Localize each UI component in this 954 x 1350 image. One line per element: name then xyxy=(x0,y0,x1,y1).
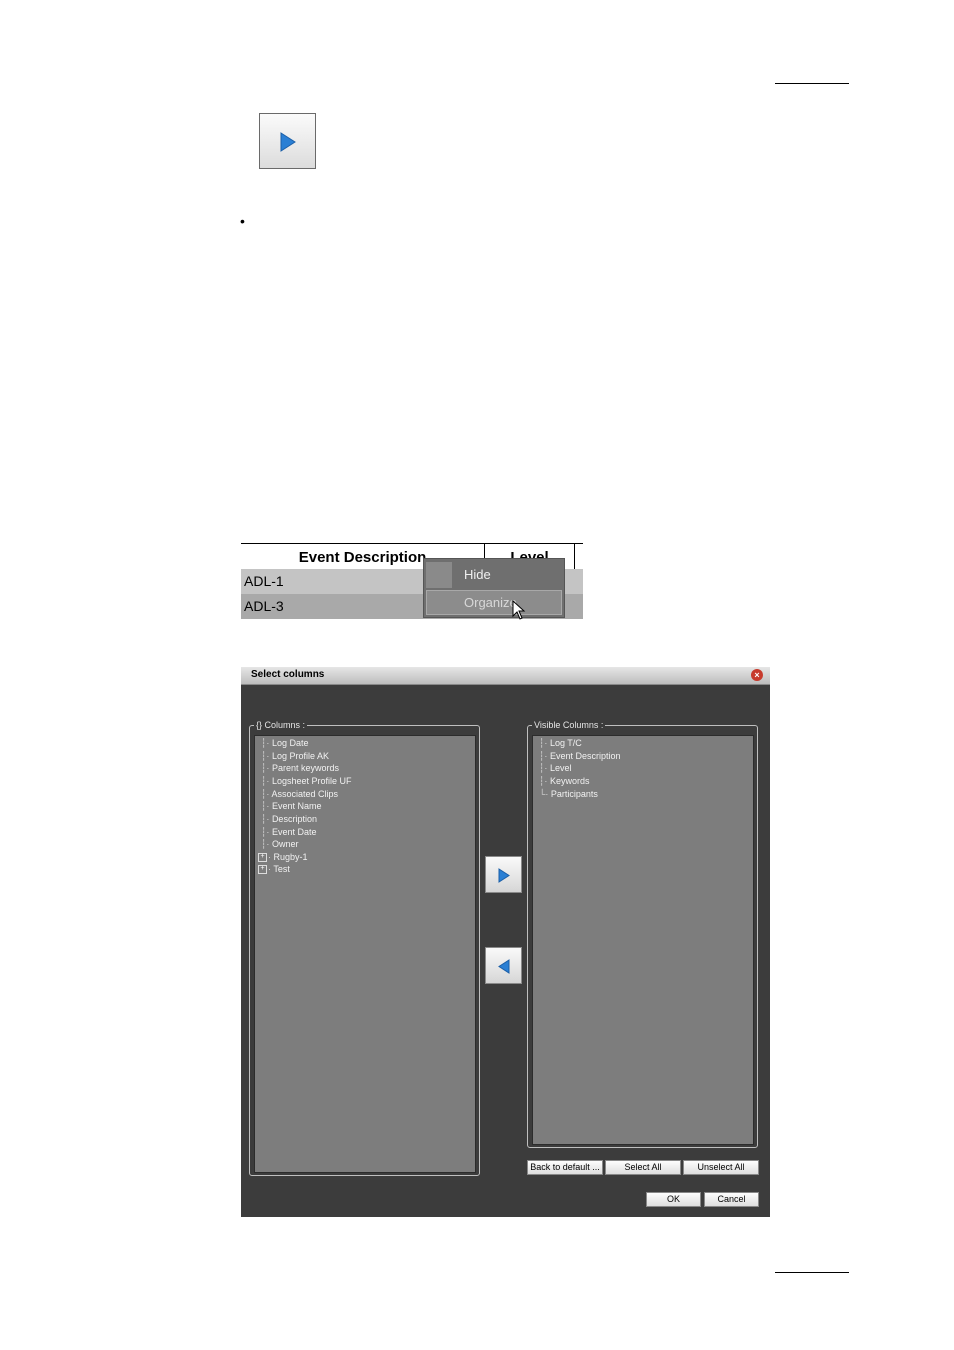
tree-item[interactable]: ┆· Logsheet Profile UF xyxy=(261,776,351,787)
tree-item[interactable]: ┆· Log Date xyxy=(261,738,308,749)
menu-icon-gutter xyxy=(426,562,452,588)
cancel-button[interactable]: Cancel xyxy=(704,1192,759,1207)
all-columns-group: {} Columns : ┆· Log Date ┆· Log Profile … xyxy=(249,719,480,1176)
visible-columns-label: Visible Columns : xyxy=(532,719,606,731)
tree-item[interactable]: ┆· Log T/C xyxy=(539,738,582,749)
tree-item[interactable]: ┆· Log Profile AK xyxy=(261,751,329,762)
select-columns-dialog: Select columns × {} Columns : ┆· Log Dat… xyxy=(241,667,770,1217)
tree-item[interactable]: ┆· Level xyxy=(539,763,571,774)
visible-columns-list[interactable]: ┆· Log T/C ┆· Event Description ┆· Level… xyxy=(532,735,754,1145)
tree-item[interactable]: ┆· Associated Clips xyxy=(261,789,338,800)
close-icon[interactable]: × xyxy=(751,669,763,681)
tree-item[interactable]: ┆· Event Date xyxy=(261,827,316,838)
bullet-point: • xyxy=(240,213,245,229)
tree-item[interactable]: ┆· Owner xyxy=(261,839,298,850)
tree-item[interactable]: ┆· Description xyxy=(261,814,317,825)
menu-item-organize[interactable]: Organize xyxy=(464,595,517,610)
all-columns-list[interactable]: ┆· Log Date ┆· Log Profile AK ┆· Parent … xyxy=(254,735,476,1173)
add-column-button[interactable] xyxy=(485,856,522,893)
remove-column-button[interactable] xyxy=(485,947,522,984)
arrow-right-icon xyxy=(498,868,510,883)
ok-button[interactable]: OK xyxy=(646,1192,701,1207)
header-rule xyxy=(775,83,849,84)
menu-item-hide[interactable]: Hide xyxy=(464,567,491,582)
all-columns-label: {} Columns : xyxy=(254,719,308,731)
context-menu: Hide Organize xyxy=(423,558,565,620)
move-right-button-illustration xyxy=(259,113,316,169)
dialog-title-bar: Select columns × xyxy=(241,667,770,685)
select-all-button[interactable]: Select All xyxy=(605,1160,681,1175)
tree-item[interactable]: ┆· Keywords xyxy=(539,776,589,787)
visible-columns-group: Visible Columns : ┆· Log T/C ┆· Event De… xyxy=(527,719,758,1148)
tree-item[interactable]: └· Participants xyxy=(539,789,598,800)
tree-item-expandable[interactable]: + · Rugby-1 xyxy=(258,852,308,863)
expand-plus-icon[interactable]: + xyxy=(258,865,267,875)
dialog-title: Select columns xyxy=(251,669,325,680)
tree-item[interactable]: ┆· Event Name xyxy=(261,801,321,812)
play-arrow-icon xyxy=(280,132,296,152)
grid-header-context-menu-screenshot: Event Description Level ADL-1 ADL-3 Hide… xyxy=(241,543,583,621)
arrow-left-icon xyxy=(498,959,510,974)
footer-rule xyxy=(775,1272,849,1273)
tree-item[interactable]: ┆· Parent keywords xyxy=(261,763,339,774)
mouse-cursor-icon xyxy=(512,600,526,620)
expand-plus-icon[interactable]: + xyxy=(258,853,267,863)
tree-item[interactable]: ┆· Event Description xyxy=(539,751,620,762)
back-to-default-button[interactable]: Back to default ... xyxy=(527,1160,603,1175)
unselect-all-button[interactable]: Unselect All xyxy=(683,1160,759,1175)
tree-item-expandable[interactable]: + · Test xyxy=(258,864,290,875)
